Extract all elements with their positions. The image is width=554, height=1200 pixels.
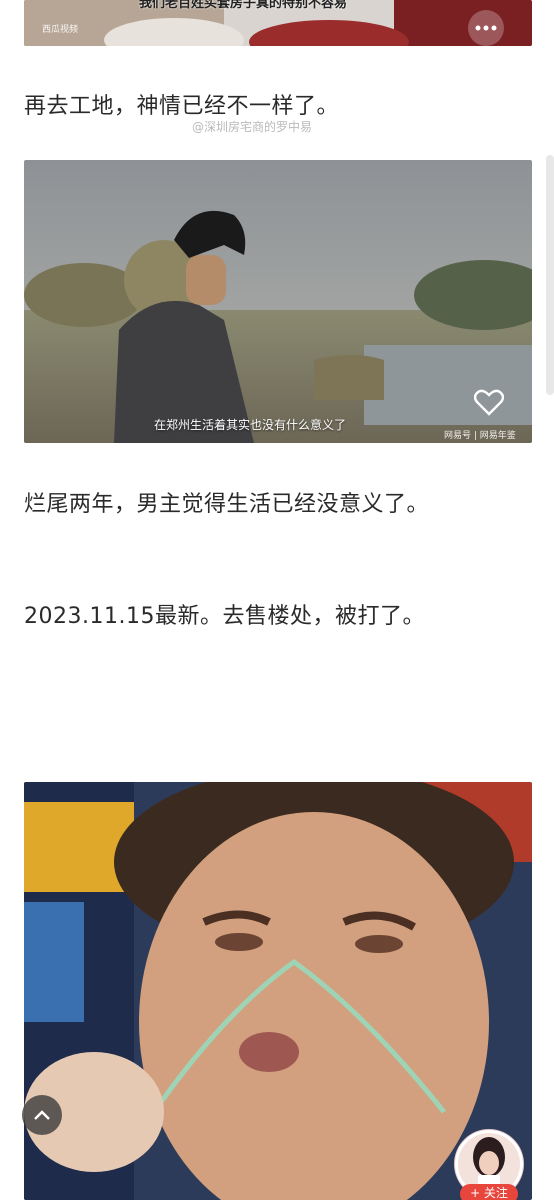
paragraph-1: 再去工地，神情已经不一样了。	[24, 94, 340, 119]
chevron-up-icon	[34, 1110, 50, 1120]
article-page: 我们老百姓买套房子真的特别不容易 西瓜视频 再去工地，神情已经不一样了。 @深圳…	[0, 0, 554, 1200]
paragraph-3: 2023.11.15最新。去售楼处，被打了。	[24, 604, 425, 629]
image-2-source: 网易号 | 网易年鉴	[444, 431, 516, 441]
man-by-river-image	[24, 160, 532, 443]
top-video-thumbnail[interactable]: 我们老百姓买套房子真的特别不容易 西瓜视频	[24, 0, 532, 46]
top-video-subtitle: 我们老百姓买套房子真的特别不容易	[139, 0, 348, 11]
top-video-brand: 西瓜视频	[42, 25, 79, 35]
heart-icon[interactable]	[473, 388, 505, 420]
watermark: @深圳房宅商的罗中易	[192, 120, 313, 134]
image-2-caption: 在郑州生活着其实也没有什么意义了	[154, 418, 347, 432]
back-to-top-button[interactable]	[22, 1095, 62, 1135]
article-image-2[interactable]: 在郑州生活着其实也没有什么意义了 网易号 | 网易年鉴	[24, 160, 532, 443]
injured-man-image	[24, 782, 532, 1200]
more-options-icon[interactable]	[468, 10, 504, 46]
paragraph-2: 烂尾两年，男主觉得生活已经没意义了。	[24, 492, 430, 517]
article-image-3[interactable]	[24, 782, 532, 1200]
scrollbar[interactable]	[546, 155, 554, 395]
follow-button[interactable]: + 关注	[460, 1184, 518, 1200]
